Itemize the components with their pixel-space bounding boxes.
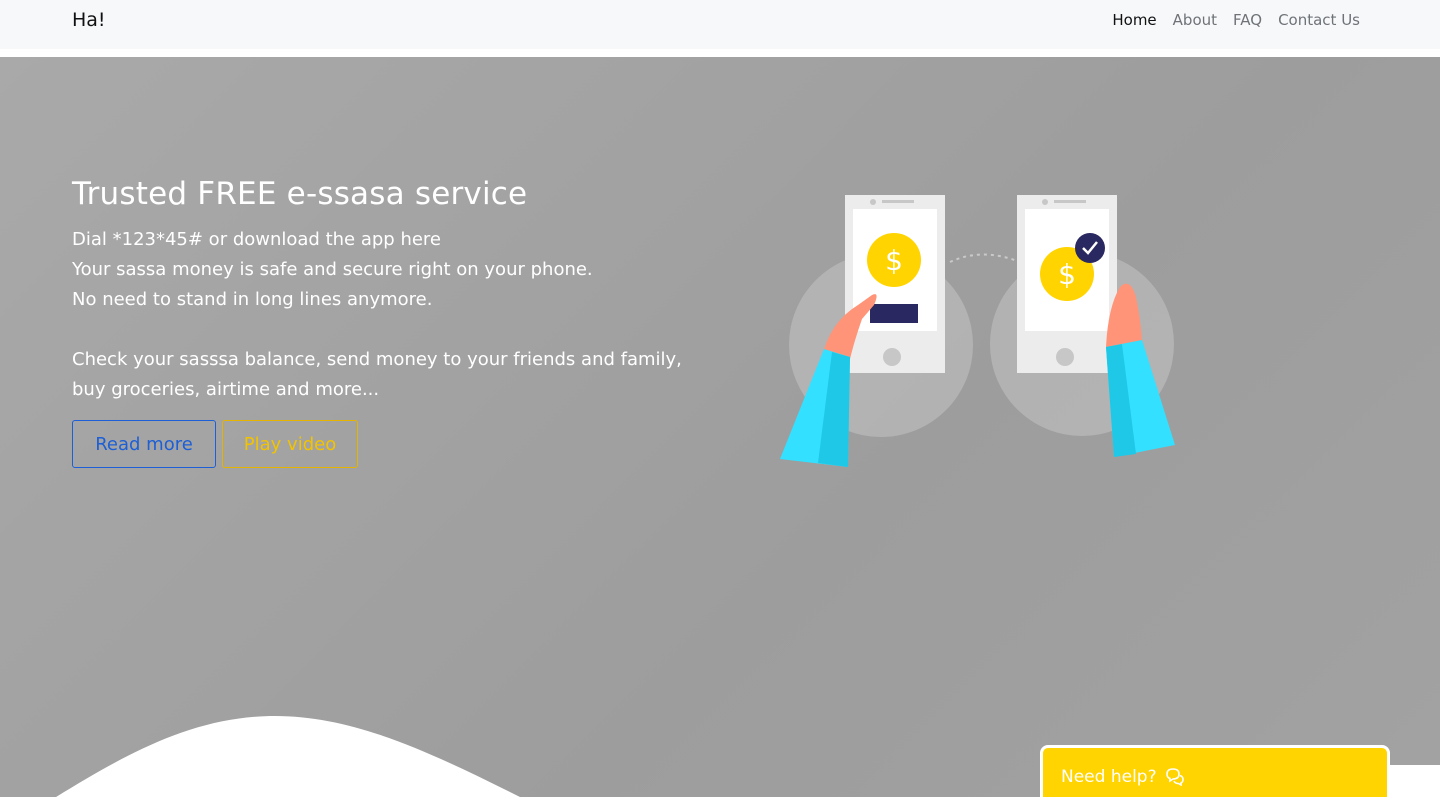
play-video-button[interactable]: Play video [222,420,358,468]
nav-link-faq[interactable]: FAQ [1233,11,1262,29]
hero-line-lines: No need to stand in long lines anymore. [72,289,433,310]
brand-logo[interactable]: Ha! [72,9,106,31]
hero-title: Trusted FREE e-ssasa service [72,176,528,212]
check-badge-icon [1075,233,1105,263]
nav-link-home[interactable]: Home [1112,11,1156,29]
svg-text:$: $ [885,244,903,277]
top-navbar: Ha! Home About FAQ Contact Us [0,0,1440,49]
need-help-label: Need help? [1061,766,1157,787]
svg-text:$: $ [1058,258,1076,291]
nav-link-about[interactable]: About [1173,11,1217,29]
need-help-widget[interactable]: Need help? [1040,745,1390,797]
dollar-coin-icon: $ [867,233,921,287]
hero-text: Dial *123*45# or download the app here Y… [72,225,692,405]
hero-line-dial: Dial *123*45# or download the app here [72,229,441,250]
nav-link-contact[interactable]: Contact Us [1278,11,1360,29]
read-more-button[interactable]: Read more [72,420,216,468]
card-icon [870,304,918,323]
chat-bubbles-icon [1165,767,1185,786]
nav-links: Home About FAQ Contact Us [1112,11,1360,29]
hero-description: Check your sasssa balance, send money to… [72,349,682,400]
hero-text-spacer [72,315,692,345]
hero-section: Trusted FREE e-ssasa service Dial *123*4… [0,57,1440,797]
phone-transfer-illustration: $ $ [780,195,1175,467]
page-edge [1390,765,1440,797]
hero-line-safe: Your sassa money is safe and secure righ… [72,259,593,280]
